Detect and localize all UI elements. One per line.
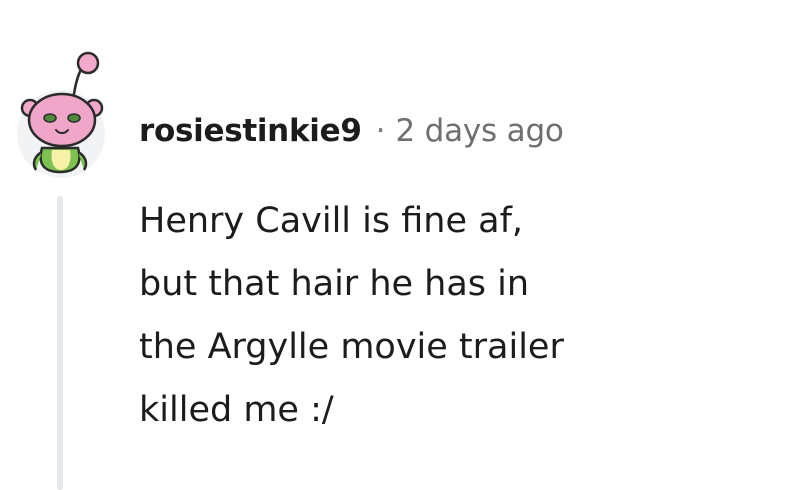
snoo-avatar-icon[interactable] xyxy=(14,44,124,178)
comment-body-line: the Argylle movie trailer xyxy=(139,327,564,367)
comment-timestamp[interactable]: 2 days ago xyxy=(395,113,563,149)
thread-collapse-line[interactable] xyxy=(57,196,63,490)
comment-body-line: killed me :/ xyxy=(139,390,334,430)
comment-body-line: but that hair he has in xyxy=(139,264,530,304)
comment-body: Henry Cavill is fine af, but that hair h… xyxy=(139,190,779,442)
comment: rosiestinkie9 · 2 days ago Henry Cavill … xyxy=(0,0,800,490)
comment-body-line: Henry Cavill is fine af, xyxy=(139,201,524,241)
meta-separator: · xyxy=(375,113,386,149)
author-username[interactable]: rosiestinkie9 xyxy=(139,113,362,149)
comment-meta: rosiestinkie9 · 2 days ago xyxy=(139,106,564,156)
